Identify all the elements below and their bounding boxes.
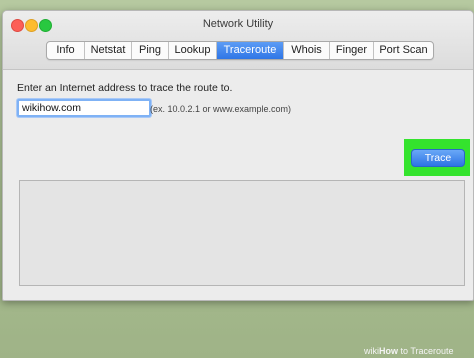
network-utility-window: Network Utility Info Netstat Ping Lookup… — [2, 10, 474, 301]
address-example-hint: (ex. 10.0.2.1 or www.example.com) — [150, 104, 292, 114]
address-prompt-label: Enter an Internet address to trace the r… — [17, 82, 233, 94]
tab-port-scan[interactable]: Port Scan — [374, 42, 433, 59]
window-title: Network Utility — [202, 18, 274, 30]
tab-bar: Info Netstat Ping Lookup Traceroute Whoi… — [46, 41, 434, 60]
trace-button[interactable]: Trace — [411, 149, 465, 167]
tab-ping[interactable]: Ping — [132, 42, 169, 59]
traceroute-output-area — [19, 180, 465, 286]
title-bar: Network Utility Info Netstat Ping Lookup… — [3, 11, 473, 70]
tab-finger[interactable]: Finger — [330, 42, 374, 59]
tab-whois[interactable]: Whois — [284, 42, 330, 59]
watermark-how: How — [379, 346, 398, 356]
watermark-text: to Traceroute — [398, 346, 454, 356]
tab-netstat[interactable]: Netstat — [85, 42, 132, 59]
wikihow-watermark: wikiHow to Traceroute — [364, 346, 454, 356]
tab-traceroute[interactable]: Traceroute — [217, 42, 284, 59]
tab-info[interactable]: Info — [47, 42, 85, 59]
watermark-brand: wiki — [364, 346, 379, 356]
address-input[interactable] — [17, 99, 151, 117]
tab-lookup[interactable]: Lookup — [169, 42, 217, 59]
traceroute-panel: Enter an Internet address to trace the r… — [3, 70, 473, 300]
